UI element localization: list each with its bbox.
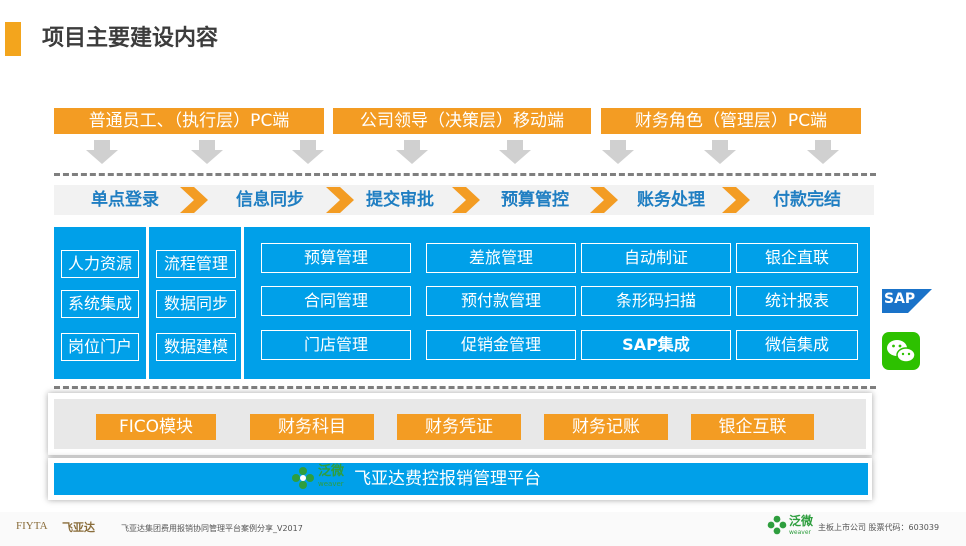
module-item: SAP集成: [581, 330, 731, 360]
fico-module: 财务凭证: [397, 414, 521, 440]
flow-step: 账务处理: [637, 190, 705, 210]
flow-step: 预算管控: [501, 190, 569, 210]
chevron-right-icon: [452, 187, 480, 213]
module-item: 系统集成: [61, 290, 139, 318]
module-item: 预付款管理: [426, 286, 576, 316]
sap-logo: SAP: [882, 289, 932, 313]
chevron-right-icon: [722, 187, 750, 213]
down-arrow-icon: [396, 140, 428, 164]
flow-step: 单点登录: [91, 190, 159, 210]
module-item: 统计报表: [736, 286, 858, 316]
weaver-brand-sub: weaver: [318, 480, 344, 488]
down-arrow-icon: [499, 140, 531, 164]
chevron-right-icon: [180, 187, 208, 213]
dashed-divider: [54, 173, 876, 176]
chevron-right-icon: [590, 187, 618, 213]
module-item: 条形码扫描: [581, 286, 731, 316]
weaver-flower-icon: [767, 515, 787, 535]
flow-step: 信息同步: [236, 190, 304, 210]
platform-title: 飞亚达费控报销管理平台: [354, 469, 541, 489]
module-item: 预算管理: [261, 243, 411, 273]
module-item: 数据同步: [156, 290, 236, 318]
down-arrow-icon: [807, 140, 839, 164]
weaver-footer-brand-sub: weaver: [789, 529, 811, 536]
down-arrow-icon: [191, 140, 223, 164]
flow-step: 提交审批: [366, 190, 434, 210]
weaver-flower-icon: [292, 467, 314, 489]
weaver-logo-icon: [290, 465, 316, 491]
fico-module: 财务科目: [250, 414, 374, 440]
module-item: 促销金管理: [426, 330, 576, 360]
role-leader-mobile: 公司领导（决策层）移动端: [333, 108, 591, 134]
fico-module: 银企互联: [691, 414, 814, 440]
down-arrow-icon: [602, 140, 634, 164]
wechat-icon: [882, 332, 920, 370]
footer-right-text: 主板上市公司 股票代码：603039: [818, 523, 940, 532]
flow-step: 付款完结: [773, 190, 841, 210]
module-item: 流程管理: [156, 250, 236, 278]
fiyta-logo-cn: 飞亚达: [62, 521, 95, 534]
down-arrow-icon: [292, 140, 324, 164]
wechat-bubbles: [887, 340, 916, 363]
sap-logo-text: SAP: [884, 291, 916, 307]
module-item: 门店管理: [261, 330, 411, 360]
down-arrow-icon: [86, 140, 118, 164]
page-title: 项目主要建设内容: [42, 26, 219, 51]
module-item: 差旅管理: [426, 243, 576, 273]
module-item: 人力资源: [61, 250, 139, 278]
module-item: 银企直联: [736, 243, 858, 273]
module-item: 数据建模: [156, 333, 236, 361]
role-staff-pc: 普通员工、（执行层）PC端: [54, 108, 324, 134]
fico-module: 财务记账: [544, 414, 668, 440]
dashed-divider: [54, 386, 876, 389]
weaver-footer-brand: 泛微: [789, 514, 814, 528]
fiyta-logo: FIYTA: [16, 520, 48, 532]
title-accent-bar: [5, 22, 21, 56]
weaver-footer-icon: [766, 514, 788, 536]
module-item: 合同管理: [261, 286, 411, 316]
weaver-brand: 泛微: [318, 464, 345, 479]
module-item: 自动制证: [581, 243, 731, 273]
footer-left-text: 飞亚达集团费用报销协同管理平台案例分享_V2017: [121, 524, 303, 533]
module-item: 岗位门户: [61, 333, 139, 361]
module-item: 微信集成: [736, 330, 858, 360]
down-arrow-icon: [704, 140, 736, 164]
fico-module: FICO模块: [96, 414, 216, 440]
role-finance-pc: 财务角色（管理层）PC端: [601, 108, 861, 134]
